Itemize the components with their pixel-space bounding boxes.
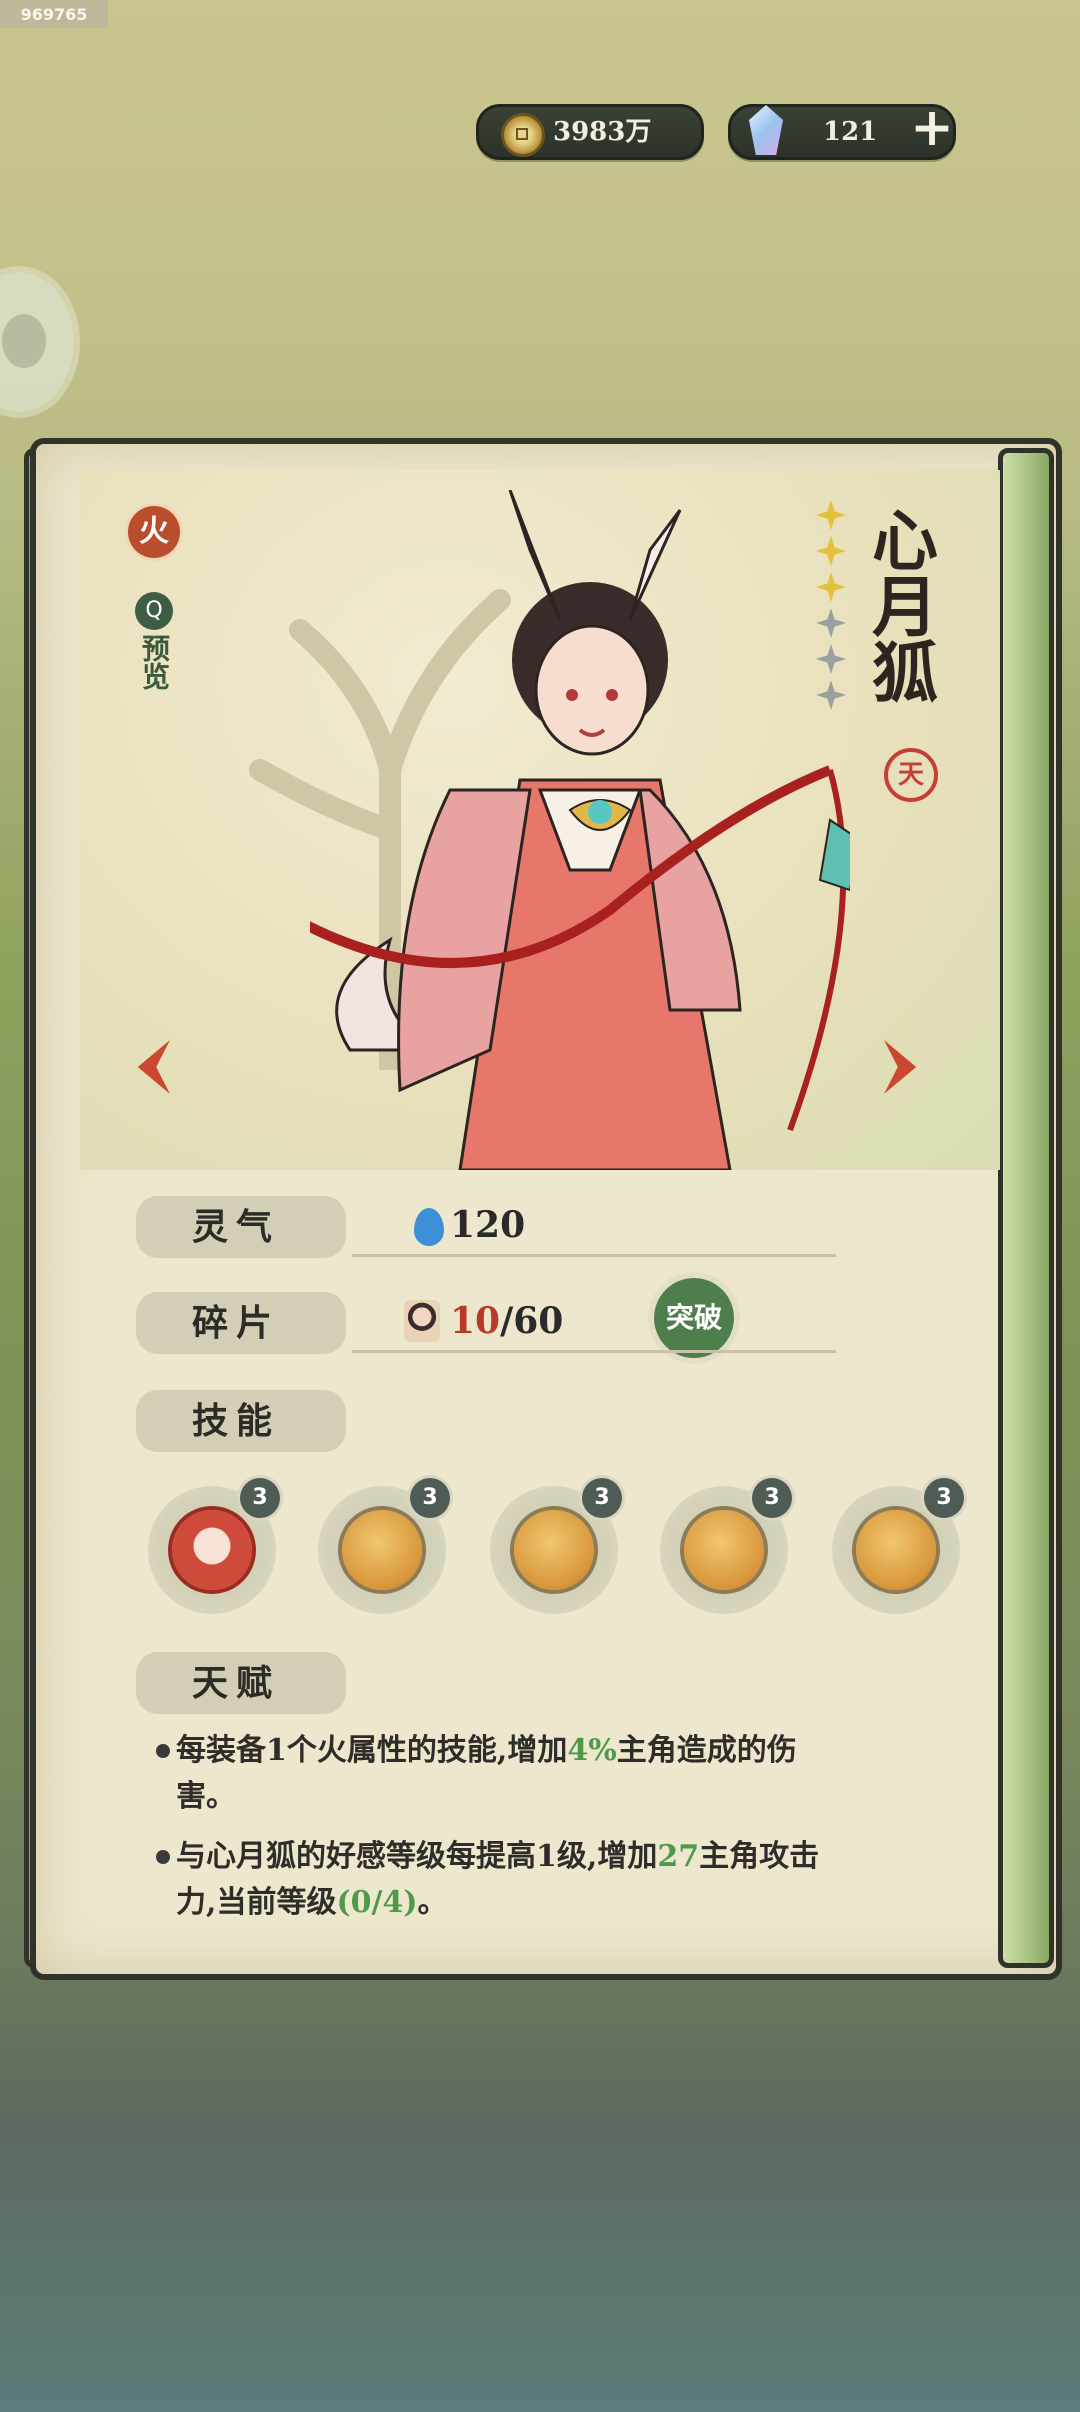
fragment-count: 10/60 [450,1300,563,1342]
skill-level-badge: 3 [752,1478,792,1518]
aura-value: 120 [450,1204,526,1246]
skill-level-badge: 3 [582,1478,622,1518]
watermark-id: 969765 [0,0,108,28]
talent-highlight: 27 [657,1839,700,1874]
coin-amount: 3983万 [553,117,652,147]
star-icon [816,536,846,566]
add-gems-button[interactable]: + [905,102,959,157]
breakthrough-button[interactable]: 突破 [654,1278,734,1358]
skill-level-badge: 3 [410,1478,450,1518]
skill-slot-2[interactable]: 3 [318,1478,450,1614]
skill-level-badge: 3 [240,1478,280,1518]
preview-button[interactable]: Q 预览 [130,592,178,690]
skill-level-badge: 3 [924,1478,964,1518]
star-empty-icon [816,644,846,674]
talent-text: 每装备1个火属性的技能,增加 [176,1733,568,1768]
star-icon [816,572,846,602]
skill-slot-4[interactable]: 3 [660,1478,792,1614]
gem-amount: 121 [823,117,878,147]
divider [352,1254,836,1257]
aura-label: 灵气 [136,1196,346,1258]
skill-slot-1[interactable]: 3 [148,1478,280,1614]
hero-name: 心月狐 [861,506,939,704]
fox-girl-character [310,490,850,1170]
skill-slot-5[interactable]: 3 [832,1478,964,1614]
crystal-gem-icon [749,105,783,155]
preview-label: 预览 [138,634,171,690]
cloud-skill-icon [684,1510,764,1590]
fragment-label: 碎片 [136,1292,346,1354]
star-empty-icon [816,608,846,638]
magnifier-icon: Q [135,592,173,630]
water-drop-icon [414,1208,444,1246]
food-skill-icon [342,1510,422,1590]
coin-counter: 3983万 [476,104,704,160]
divider [352,1350,836,1353]
talent-highlight: (0/4) [336,1885,418,1920]
star-rating [816,500,852,716]
talent-highlight: 4% [567,1733,617,1768]
bullet-icon [156,1850,170,1864]
pot-skill-icon [514,1510,594,1590]
copper-coin-icon [501,113,545,157]
skills-label: 技能 [136,1390,346,1452]
bullet-icon [156,1744,170,1758]
talent-text: 与心月狐的好感等级每提高1级,增加 [176,1839,658,1874]
star-empty-icon [816,680,846,710]
fire-element-badge: 火 [128,506,180,558]
rank-seal-badge: 天 [884,748,938,802]
fragment-current: 10 [450,1300,501,1342]
skill-slot-3[interactable]: 3 [490,1478,622,1614]
side-menu-button[interactable] [0,272,74,412]
star-icon [816,500,846,530]
gem-counter: 121 + [728,102,959,160]
talent-label: 天赋 [136,1652,346,1714]
side-menu-icon [2,314,46,368]
scroll-roller-right [998,448,1054,1968]
fox-skill-icon [856,1510,936,1590]
talent-text: 。 [417,1885,448,1920]
talent-description-2: 与心月狐的好感等级每提高1级,增加27主角攻击力,当前等级(0/4)。 [156,1834,856,1926]
talent-description-1: 每装备1个火属性的技能,增加4%主角造成的伤害。 [156,1728,856,1820]
fox-girl-skill-icon [172,1510,252,1590]
hero-fragment-icon [404,1300,440,1342]
fragment-total: /60 [500,1300,564,1342]
